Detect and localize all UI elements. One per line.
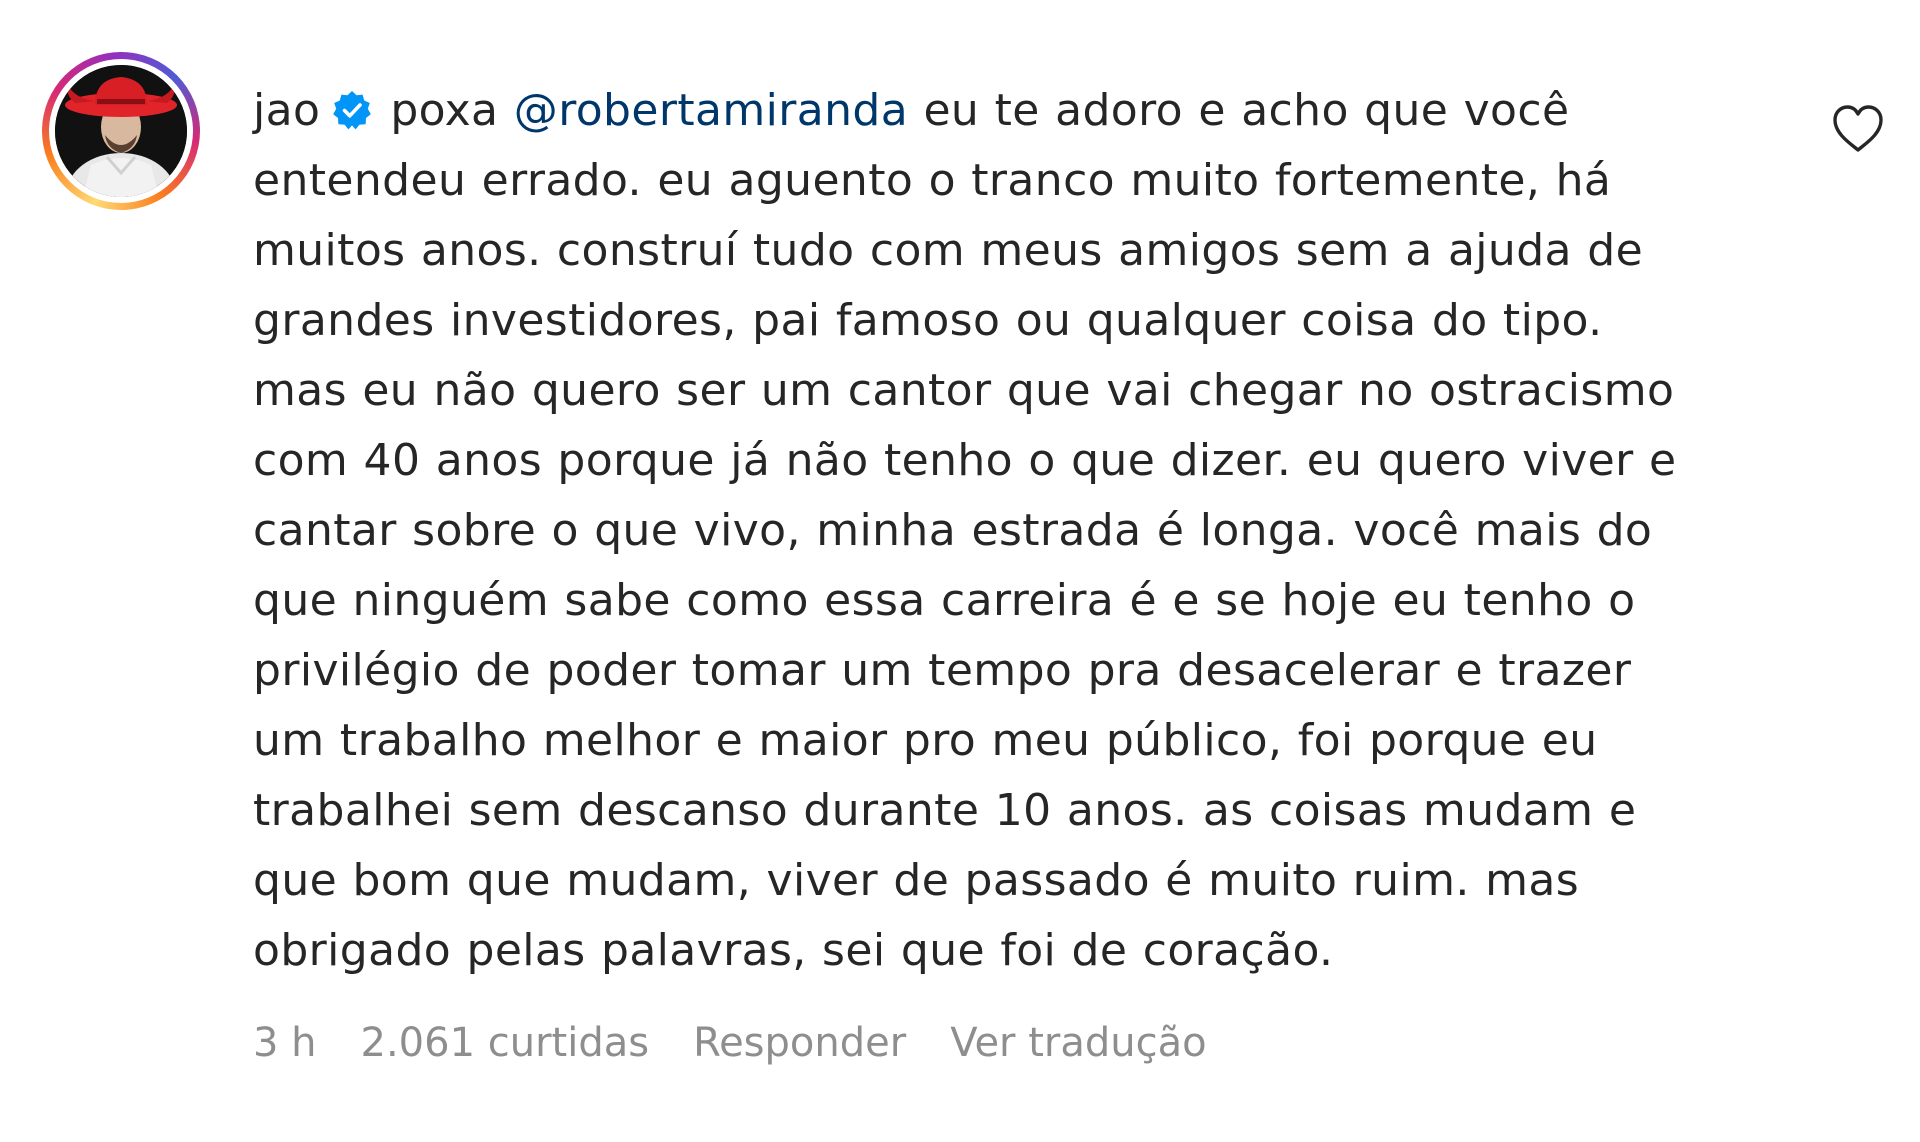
comment-line: que ninguém sabe como essa carreira é e … <box>253 575 1636 626</box>
comment-text-start: poxa <box>390 85 514 136</box>
heart-outline-icon[interactable] <box>1831 104 1885 154</box>
comment-meta: 3 h 2.061 curtidas Responder Ver tradução <box>253 1015 1251 1071</box>
comment-line: um trabalho melhor e maior pro meu públi… <box>253 715 1598 766</box>
comment-time[interactable]: 3 h <box>253 1015 317 1071</box>
comment-line: muitos anos. construí tudo com meus amig… <box>253 225 1644 276</box>
comment-line: obrigado pelas palavras, sei que foi de … <box>253 925 1334 976</box>
comment-first-line: jao poxa @robertamiranda eu te adoro e ac… <box>253 76 1793 146</box>
comment-line: privilégio de poder tomar um tempo pra d… <box>253 645 1632 696</box>
comment-line: que bom que mudam, viver de passado é mu… <box>253 855 1580 906</box>
comment: jao poxa @robertamiranda eu te adoro e ac… <box>0 0 1920 1142</box>
comment-line: com 40 anos porque já não tenho o que di… <box>253 435 1677 486</box>
username[interactable]: jao <box>253 85 320 136</box>
avatar-photo <box>55 65 187 197</box>
avatar[interactable] <box>55 65 187 197</box>
verified-badge-icon <box>333 91 372 130</box>
comment-line: mas eu não quero ser um cantor que vai c… <box>253 365 1675 416</box>
comment-line: entendeu errado. eu aguento o tranco mui… <box>253 155 1612 206</box>
story-ring[interactable] <box>42 52 200 210</box>
translate-button[interactable]: Ver tradução <box>950 1015 1206 1071</box>
comment-line: grandes investidores, pai famoso ou qual… <box>253 295 1603 346</box>
comment-text: jao poxa @robertamiranda eu te adoro e ac… <box>253 76 1793 986</box>
likes-count[interactable]: 2.061 curtidas <box>361 1015 650 1071</box>
reply-button[interactable]: Responder <box>693 1015 906 1071</box>
mention-link[interactable]: @robertamiranda <box>514 85 908 136</box>
comment-line: cantar sobre o que vivo, minha estrada é… <box>253 505 1653 556</box>
comment-line: trabalhei sem descanso durante 10 anos. … <box>253 785 1637 836</box>
comment-text-continued: eu te adoro e acho que você <box>908 85 1570 136</box>
